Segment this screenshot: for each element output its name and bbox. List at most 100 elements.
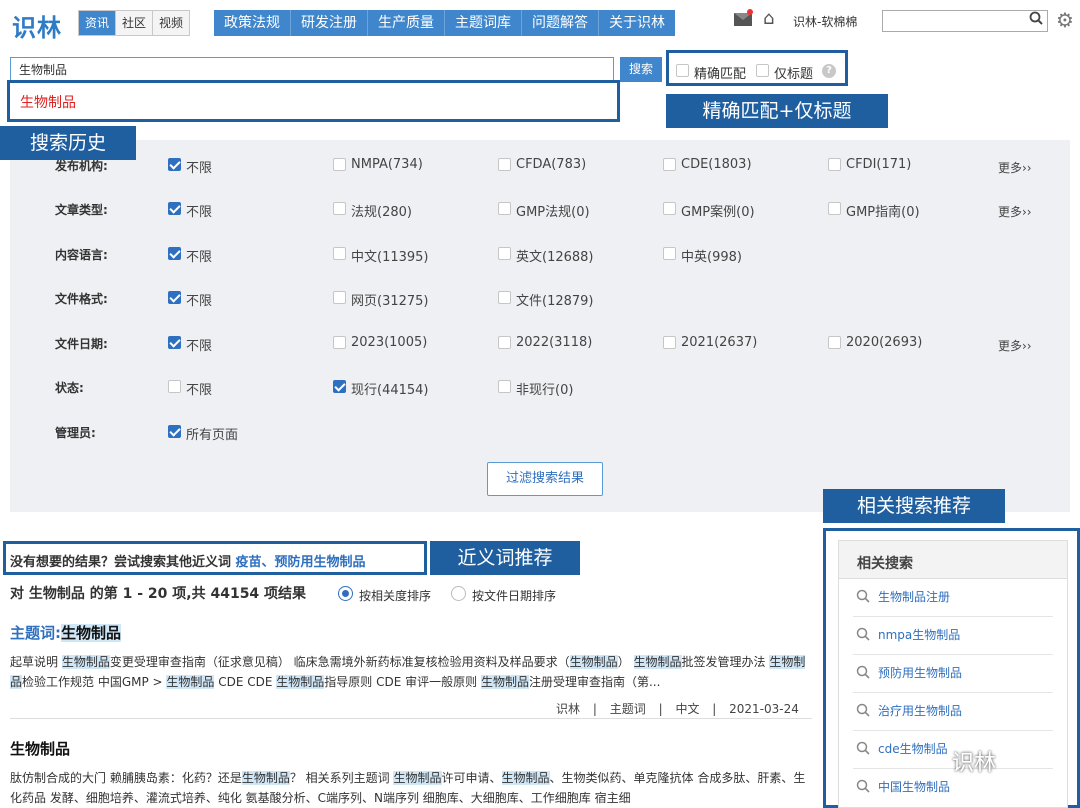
- search-icon: [856, 703, 870, 719]
- filter-checkbox[interactable]: [333, 291, 346, 304]
- filter-checkbox[interactable]: [168, 336, 181, 349]
- search-icon: [856, 779, 870, 795]
- search-icon: [856, 665, 870, 681]
- related-search-item[interactable]: nmpa生物制品: [856, 626, 960, 643]
- filter-checkbox[interactable]: [828, 202, 841, 215]
- result-count: 对 生物制品 的第 1 - 20 项,共 44154 项结果: [10, 586, 307, 602]
- sort-date-label: 按文件日期排序: [472, 589, 557, 603]
- related-search-item[interactable]: cde生物制品: [856, 740, 948, 757]
- search-history-dropdown: [7, 80, 620, 122]
- related-divider: [853, 692, 1053, 693]
- result-title-text: 生物制品: [61, 624, 122, 642]
- filter-checkbox[interactable]: [333, 336, 346, 349]
- tab-video[interactable]: 视频: [153, 11, 190, 35]
- related-search-label: nmpa生物制品: [878, 628, 961, 642]
- tab-community[interactable]: 社区: [116, 11, 154, 35]
- exact-match-checkbox[interactable]: [676, 64, 689, 77]
- filter-checkbox[interactable]: [168, 158, 181, 171]
- filter-checkbox[interactable]: [498, 336, 511, 349]
- header-search-input[interactable]: [882, 10, 1048, 32]
- filter-checkbox[interactable]: [168, 291, 181, 304]
- content-tabs: 资讯 社区 视频: [78, 10, 191, 36]
- nav-about[interactable]: 关于识林: [599, 10, 675, 36]
- callout-search-history: 搜索历史: [0, 126, 136, 160]
- filter-option-label: 文件(12879): [516, 294, 594, 309]
- related-search-item[interactable]: 中国生物制品: [856, 778, 950, 795]
- related-search-item[interactable]: 生物制品注册: [856, 588, 950, 605]
- filter-checkbox[interactable]: [498, 158, 511, 171]
- filter-more-link[interactable]: 更多››: [998, 203, 1032, 220]
- meta-source: 识林: [556, 702, 581, 716]
- filter-option-label: 非现行(0): [516, 383, 574, 398]
- filter-option-label: CFDI(171): [846, 157, 912, 172]
- filter-results-button[interactable]: 过滤搜索结果: [487, 462, 603, 496]
- filter-label: 文件格式:: [55, 292, 108, 306]
- site-logo[interactable]: 识林: [12, 8, 62, 43]
- watermark: 识林: [952, 751, 997, 776]
- callout-related-search: 相关搜索推荐: [823, 489, 1005, 523]
- filter-checkbox[interactable]: [663, 158, 676, 171]
- filter-option-label: GMP案例(0): [681, 205, 755, 220]
- sort-relevance-label: 按相关度排序: [359, 589, 432, 603]
- filter-checkbox[interactable]: [333, 247, 346, 260]
- filter-checkbox[interactable]: [333, 202, 346, 215]
- gear-icon[interactable]: ⚙: [1056, 9, 1074, 31]
- search-icon[interactable]: [1029, 11, 1043, 29]
- filter-option-label: 2022(3118): [516, 335, 593, 350]
- filter-checkbox[interactable]: [498, 380, 511, 393]
- filter-label: 文章类型:: [55, 203, 108, 217]
- filter-checkbox[interactable]: [498, 247, 511, 260]
- main-search-input[interactable]: [10, 57, 614, 82]
- result-title[interactable]: 主题词:生物制品: [10, 622, 122, 643]
- filter-checkbox[interactable]: [333, 158, 346, 171]
- suggest-prefix: 没有想要的结果？尝试搜索其他近义词: [10, 555, 232, 570]
- sort-date-radio[interactable]: [451, 586, 466, 601]
- filter-panel: [10, 140, 1070, 512]
- meta-language: 中文: [675, 702, 700, 716]
- filter-option-label: CFDA(783): [516, 157, 587, 172]
- filter-checkbox[interactable]: [498, 291, 511, 304]
- search-button[interactable]: 搜索: [620, 57, 662, 82]
- suggest-links[interactable]: 疫苗、预防用生物制品: [236, 555, 366, 570]
- filter-option-label: CDE(1803): [681, 157, 752, 172]
- nav-rd-registration[interactable]: 研发注册: [291, 10, 368, 36]
- filter-option-label: 2020(2693): [846, 335, 923, 350]
- nav-qa[interactable]: 问题解答: [522, 10, 599, 36]
- related-search-item[interactable]: 治疗用生物制品: [856, 702, 962, 719]
- nav-topic-library[interactable]: 主题词库: [445, 10, 522, 36]
- filter-checkbox[interactable]: [828, 158, 841, 171]
- result-title[interactable]: 生物制品: [10, 738, 70, 759]
- user-name[interactable]: 识林-软棉棉: [793, 13, 857, 30]
- sort-relevance-radio[interactable]: [338, 586, 353, 601]
- nav-policy[interactable]: 政策法规: [214, 10, 291, 36]
- filter-label: 文件日期:: [55, 337, 108, 351]
- meta-type: 主题词: [609, 702, 646, 716]
- filter-option-label: 不限: [186, 161, 213, 176]
- filter-checkbox[interactable]: [168, 247, 181, 260]
- filter-checkbox[interactable]: [168, 425, 181, 438]
- related-search-item[interactable]: 预防用生物制品: [856, 664, 962, 681]
- result-snippet: 肽仿制合成的大门 赖脯胰岛素：化药？还是生物制品？ 相关系列主题词 生物制品许可…: [10, 771, 806, 805]
- filter-more-link[interactable]: 更多››: [998, 337, 1032, 354]
- filter-checkbox[interactable]: [828, 336, 841, 349]
- callout-exact-match: 精确匹配+仅标题: [666, 94, 888, 128]
- filter-option-label: NMPA(734): [351, 157, 423, 172]
- home-icon[interactable]: ⌂: [763, 9, 774, 29]
- help-icon[interactable]: ?: [822, 64, 836, 78]
- nav-production-quality[interactable]: 生产质量: [368, 10, 445, 36]
- filter-checkbox[interactable]: [333, 380, 346, 393]
- main-nav: 政策法规 研发注册 生产质量 主题词库 问题解答 关于识林: [214, 10, 675, 36]
- filter-label: 管理员:: [55, 426, 96, 440]
- filter-checkbox[interactable]: [663, 336, 676, 349]
- filter-checkbox[interactable]: [663, 202, 676, 215]
- filter-checkbox[interactable]: [663, 247, 676, 260]
- related-divider: [853, 616, 1053, 617]
- filter-checkbox[interactable]: [498, 202, 511, 215]
- history-item[interactable]: 生物制品: [20, 92, 76, 112]
- filter-checkbox[interactable]: [168, 380, 181, 393]
- tab-news[interactable]: 资讯: [79, 11, 117, 35]
- filter-more-link[interactable]: 更多››: [998, 159, 1032, 176]
- title-only-checkbox[interactable]: [756, 64, 769, 77]
- callout-synonym: 近义词推荐: [430, 541, 580, 575]
- filter-checkbox[interactable]: [168, 202, 181, 215]
